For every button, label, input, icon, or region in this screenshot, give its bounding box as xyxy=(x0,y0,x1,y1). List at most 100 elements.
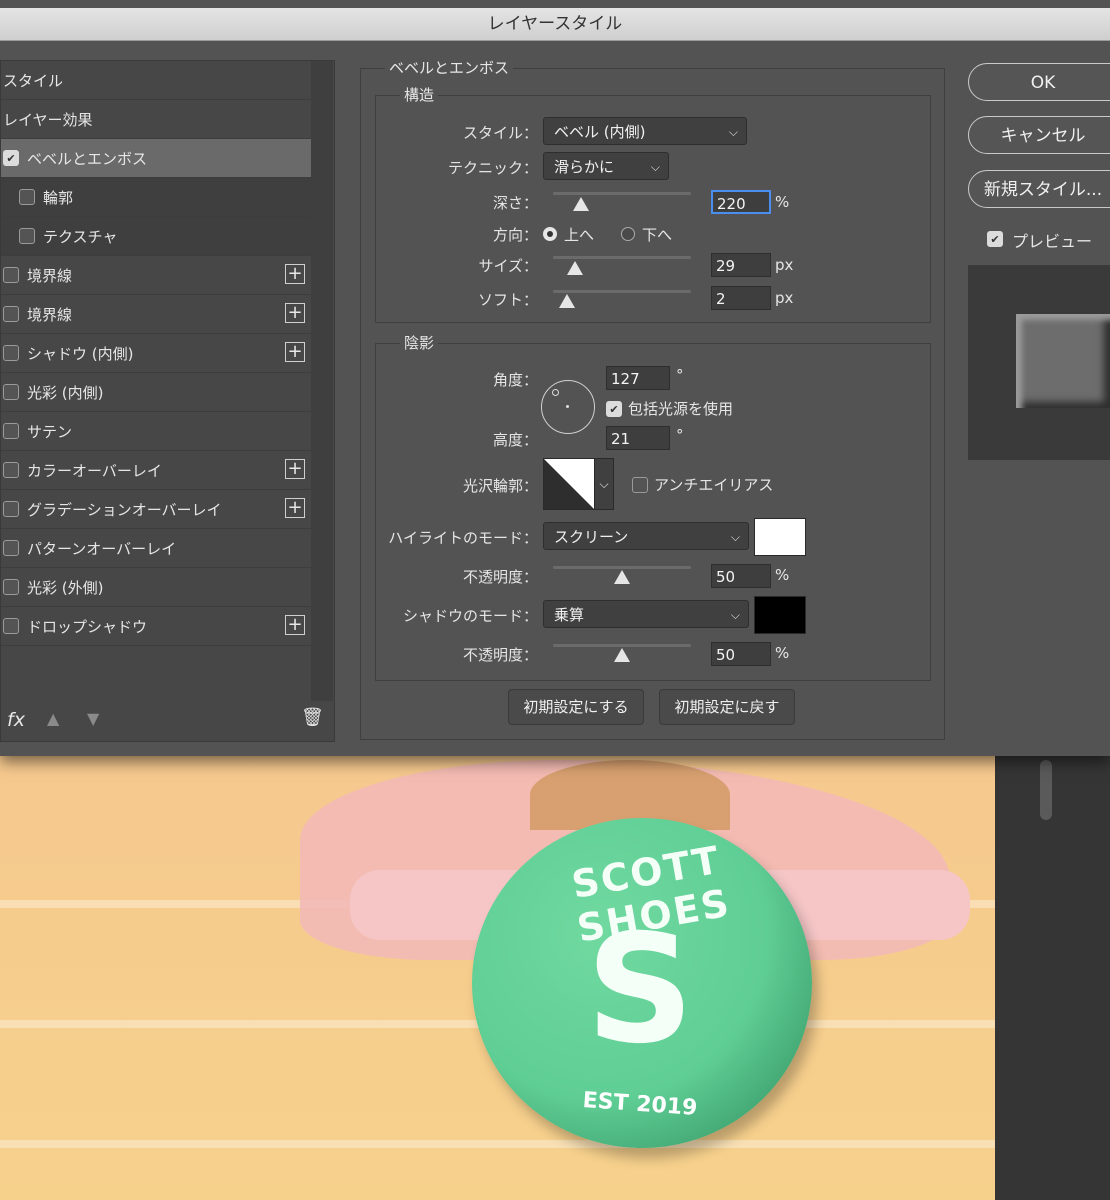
style-list-item[interactable]: 境界線 + xyxy=(1,256,311,295)
style-checkbox[interactable] xyxy=(3,423,19,439)
shadow-opacity-input[interactable]: 50 xyxy=(711,642,771,666)
shadow-opacity-unit: % xyxy=(775,644,790,662)
direction-up-label: 上へ xyxy=(564,226,595,244)
chevron-down-icon: ⌵ xyxy=(650,160,660,174)
style-checkbox[interactable] xyxy=(3,540,19,556)
soften-unit: px xyxy=(775,289,794,307)
angle-label: 角度： xyxy=(492,371,538,389)
style-list-item[interactable]: レイヤー効果 xyxy=(1,100,311,139)
global-light-checkbox[interactable]: ✔ xyxy=(606,401,622,417)
style-checkbox[interactable] xyxy=(3,579,19,595)
style-checkbox[interactable] xyxy=(3,618,19,634)
add-effect-icon[interactable]: + xyxy=(285,498,305,518)
style-list-item[interactable]: 輪郭 xyxy=(1,178,327,217)
move-up-icon[interactable]: ▲ xyxy=(47,709,59,728)
new-style-button[interactable]: 新規スタイル... xyxy=(968,170,1110,208)
add-effect-icon[interactable]: + xyxy=(285,342,305,362)
style-list-item-label: パターンオーバーレイ xyxy=(27,539,177,558)
shadow-color-swatch[interactable] xyxy=(754,596,806,634)
gloss-contour-chevron-icon[interactable]: ⌵ xyxy=(594,458,614,510)
style-preview-swatch xyxy=(1016,314,1110,408)
style-list-item-label: 境界線 xyxy=(27,305,73,324)
depth-slider-thumb[interactable] xyxy=(572,197,589,211)
add-effect-icon[interactable]: + xyxy=(285,303,305,323)
style-list-item[interactable]: テクスチャ xyxy=(1,217,327,256)
preview-checkbox[interactable]: ✔ xyxy=(987,231,1003,247)
soften-slider-track[interactable] xyxy=(553,290,691,293)
style-list-item[interactable]: シャドウ (内側) + xyxy=(1,334,311,373)
trash-icon[interactable]: 🗑 xyxy=(301,707,324,728)
scrollbar-thumb[interactable] xyxy=(1040,760,1052,820)
fx-menu-icon[interactable]: fx xyxy=(7,709,25,731)
soften-slider-thumb[interactable] xyxy=(558,294,575,308)
cancel-button[interactable]: キャンセル xyxy=(968,116,1110,154)
style-list-item-label: カラーオーバーレイ xyxy=(27,461,162,480)
highlight-mode-select[interactable]: スクリーン ⌵ xyxy=(543,522,749,550)
style-checkbox[interactable] xyxy=(3,267,19,283)
size-input[interactable]: 29 xyxy=(711,253,771,277)
style-list-item[interactable]: 光彩 (内側) xyxy=(1,373,311,412)
altitude-label: 高度： xyxy=(492,431,538,449)
depth-input[interactable]: 220 xyxy=(711,190,771,214)
style-checkbox[interactable] xyxy=(3,345,19,361)
style-checkbox[interactable] xyxy=(19,189,35,205)
style-checkbox[interactable] xyxy=(3,462,19,478)
add-effect-icon[interactable]: + xyxy=(285,459,305,479)
angle-dial[interactable] xyxy=(541,380,595,434)
highlight-opacity-label: 不透明度： xyxy=(462,568,538,586)
shadow-opacity-slider-track[interactable] xyxy=(553,644,691,647)
angle-unit: ° xyxy=(676,366,684,384)
add-effect-icon[interactable]: + xyxy=(285,264,305,284)
highlight-opacity-slider-thumb[interactable] xyxy=(614,570,630,584)
angle-dial-center xyxy=(566,405,569,408)
altitude-input[interactable]: 21 xyxy=(606,426,670,450)
ok-button[interactable]: OK xyxy=(968,63,1110,101)
angle-dial-handle[interactable] xyxy=(552,389,559,396)
shadow-mode-value: 乗算 xyxy=(554,606,585,624)
structure-group: 構造 スタイル： ベベル (内側) ⌵ テクニック： 滑らかに ⌵ 深さ： 22… xyxy=(375,84,931,323)
chevron-down-icon: ⌵ xyxy=(728,125,738,139)
highlight-opacity-slider-track[interactable] xyxy=(553,566,691,569)
style-list-item[interactable]: 光彩 (外側) xyxy=(1,568,311,607)
style-checkbox[interactable]: ✔ xyxy=(3,150,19,166)
highlight-opacity-input[interactable]: 50 xyxy=(711,564,771,588)
depth-slider-track[interactable] xyxy=(553,192,691,195)
style-select[interactable]: ベベル (内側) ⌵ xyxy=(543,117,747,145)
antialias-checkbox[interactable] xyxy=(632,477,648,493)
gloss-contour-picker[interactable] xyxy=(543,458,595,510)
style-checkbox[interactable] xyxy=(3,306,19,322)
shadow-mode-select[interactable]: 乗算 ⌵ xyxy=(543,600,749,628)
highlight-color-swatch[interactable] xyxy=(754,518,806,556)
style-list-item-label: テクスチャ xyxy=(43,227,118,246)
style-checkbox[interactable] xyxy=(3,384,19,400)
reset-default-button[interactable]: 初期設定に戻す xyxy=(659,689,795,725)
add-effect-icon[interactable]: + xyxy=(285,615,305,635)
bevel-emboss-panel: ベベルとエンボス 構造 スタイル： ベベル (内側) ⌵ テクニック： 滑らかに… xyxy=(360,57,945,740)
style-list-item[interactable]: グラデーションオーバーレイ + xyxy=(1,490,311,529)
layer-style-dialog: レイヤースタイル スタイル レイヤー効果 ✔ ベベルとエンボス 輪郭 テクスチャ 境界線 + 境… xyxy=(0,0,1110,756)
shadow-opacity-slider-thumb[interactable] xyxy=(614,648,630,662)
size-slider-thumb[interactable] xyxy=(567,261,584,275)
style-list-item[interactable]: ドロップシャドウ + xyxy=(1,607,311,646)
styles-list-scrollbar[interactable] xyxy=(311,61,333,701)
technique-select[interactable]: 滑らかに ⌵ xyxy=(543,152,669,180)
style-list-item[interactable]: 境界線 + xyxy=(1,295,311,334)
style-list-item[interactable]: スタイル xyxy=(1,61,311,100)
angle-input[interactable]: 127 xyxy=(606,366,670,390)
size-slider-track[interactable] xyxy=(553,256,691,259)
direction-up-radio[interactable] xyxy=(543,227,557,241)
style-list-item-label: スタイル xyxy=(3,71,64,90)
style-checkbox[interactable] xyxy=(19,228,35,244)
style-checkbox[interactable] xyxy=(3,501,19,517)
style-list-item[interactable]: サテン xyxy=(1,412,311,451)
depth-unit: % xyxy=(775,193,790,211)
style-list-item-label: シャドウ (内側) xyxy=(27,344,134,363)
style-list-item[interactable]: カラーオーバーレイ + xyxy=(1,451,311,490)
direction-down-radio[interactable] xyxy=(621,227,635,241)
make-default-button[interactable]: 初期設定にする xyxy=(508,689,644,725)
style-list-item[interactable]: ✔ ベベルとエンボス xyxy=(1,139,311,178)
move-down-icon[interactable]: ▼ xyxy=(87,709,99,728)
shading-title: 陰影 xyxy=(400,332,439,353)
soften-input[interactable]: 2 xyxy=(711,286,771,310)
style-list-item[interactable]: パターンオーバーレイ xyxy=(1,529,311,568)
